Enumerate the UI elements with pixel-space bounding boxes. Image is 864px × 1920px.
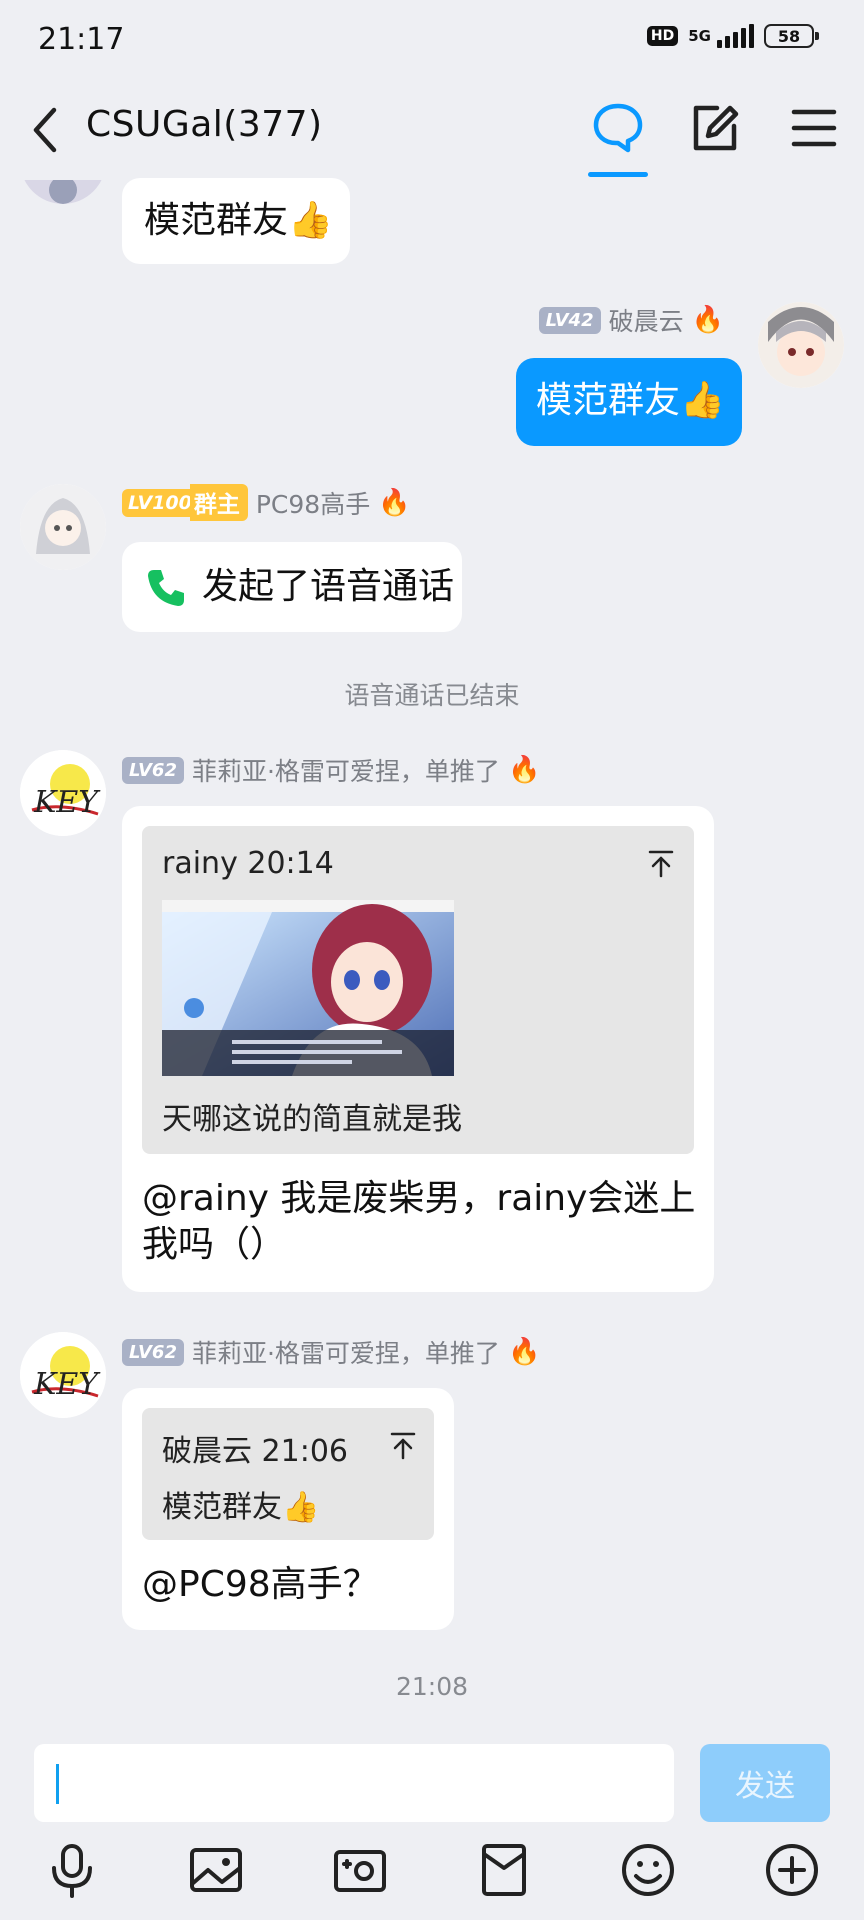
quote-author-time: rainy 20:14 [162, 846, 334, 881]
back-icon[interactable] [22, 100, 72, 160]
send-button[interactable]: 发送 [700, 1744, 830, 1822]
fire-icon: 🔥 [691, 305, 724, 335]
owner-badge: 群主 [189, 484, 248, 521]
avatar[interactable] [20, 484, 106, 570]
level-badge: LV62 [122, 1338, 184, 1366]
chat-icon[interactable] [588, 98, 648, 158]
network-type: 5G [688, 26, 711, 45]
status-time: 21:17 [38, 22, 125, 57]
sender-name[interactable]: PC98高手 [256, 485, 370, 521]
quoted-message[interactable]: rainy 20:14 天哪这说的简直就是我 [142, 826, 694, 1154]
time-divider: 21:08 [395, 1672, 469, 1701]
mic-icon[interactable] [42, 1840, 102, 1900]
status-icons: HD 5G 58 [646, 24, 819, 48]
avatar[interactable] [758, 302, 844, 388]
message-text: 模范群友👍 [144, 200, 333, 241]
fire-icon: 🔥 [507, 1337, 541, 1367]
message-text: @PC98高手？ [142, 1564, 379, 1605]
battery-level: 58 [777, 26, 801, 46]
menu-icon[interactable] [784, 98, 844, 158]
sender-name[interactable]: 菲莉亚·格雷可爱捏，单推了 [192, 1334, 500, 1370]
plus-icon[interactable] [762, 1840, 822, 1900]
quoted-message[interactable]: 破晨云 21:06 模范群友👍 [142, 1408, 434, 1540]
phone-icon [148, 570, 184, 606]
quote-text: 模范群友👍 [162, 1490, 320, 1525]
image-icon[interactable] [186, 1840, 246, 1900]
red-packet-icon[interactable] [474, 1840, 534, 1900]
message-text: 发起了语音通话 [202, 566, 455, 607]
pin-icon[interactable] [646, 848, 676, 878]
active-tab-indicator [588, 172, 648, 177]
sender-name[interactable]: 破晨云 [609, 302, 684, 338]
hd-icon: HD [646, 26, 679, 46]
message-bubble[interactable]: 模范群友👍 [122, 178, 350, 264]
camera-icon[interactable] [330, 1840, 390, 1900]
reply-bubble[interactable]: rainy 20:14 天哪这说的简直就是我 @rainy 我是废柴男，rain… [122, 806, 714, 1292]
emoji-icon[interactable] [618, 1840, 678, 1900]
avatar[interactable]: KEY [20, 750, 106, 836]
status-bar: 21:17 HD 5G 58 [0, 0, 864, 80]
system-message: 语音通话已结束 [344, 681, 520, 710]
fire-icon: 🔥 [378, 487, 411, 518]
message-text: @rainy 我是废柴男，rainy会迷上我吗（） [142, 1178, 696, 1265]
level-badge: LV42 [538, 306, 601, 334]
text-caret [56, 1764, 59, 1804]
avatar[interactable]: KEY [20, 1332, 106, 1418]
quote-author-time: 破晨云 21:06 [162, 1434, 348, 1469]
message-bubble-own[interactable]: 模范群友👍 [516, 358, 742, 446]
sender-name[interactable]: 菲莉亚·格雷可爱捏，单推了 [192, 752, 500, 788]
message-input[interactable] [34, 1744, 674, 1822]
sender-line: LV100 群主 PC98高手 🔥 [122, 484, 411, 521]
quoted-image[interactable] [162, 900, 454, 1076]
quote-text: 天哪这说的简直就是我 [162, 1102, 462, 1137]
svg-text:KEY: KEY [33, 1367, 101, 1402]
svg-text:KEY: KEY [33, 785, 101, 820]
signal-icon [717, 24, 754, 48]
chat-title: CSUGal(377) [86, 104, 323, 145]
sender-line: LV42 破晨云 🔥 [538, 302, 724, 338]
call-bubble[interactable]: 发起了语音通话 [122, 542, 462, 632]
sender-line: LV62 菲莉亚·格雷可爱捏，单推了 🔥 [122, 752, 540, 788]
pin-icon[interactable] [388, 1430, 418, 1460]
reply-bubble[interactable]: 破晨云 21:06 模范群友👍 @PC98高手？ [122, 1388, 454, 1630]
input-area: 发送 [0, 1732, 864, 1920]
fire-icon: 🔥 [507, 755, 541, 785]
chat-header: CSUGal(377) [0, 80, 864, 180]
sender-line: LV62 菲莉亚·格雷可爱捏，单推了 🔥 [122, 1334, 540, 1370]
level-badge: LV100 [122, 488, 198, 517]
level-badge: LV62 [122, 756, 184, 784]
message-text: 模范群友👍 [536, 380, 725, 421]
edit-icon[interactable] [684, 98, 744, 158]
battery-icon: 58 [764, 24, 819, 48]
